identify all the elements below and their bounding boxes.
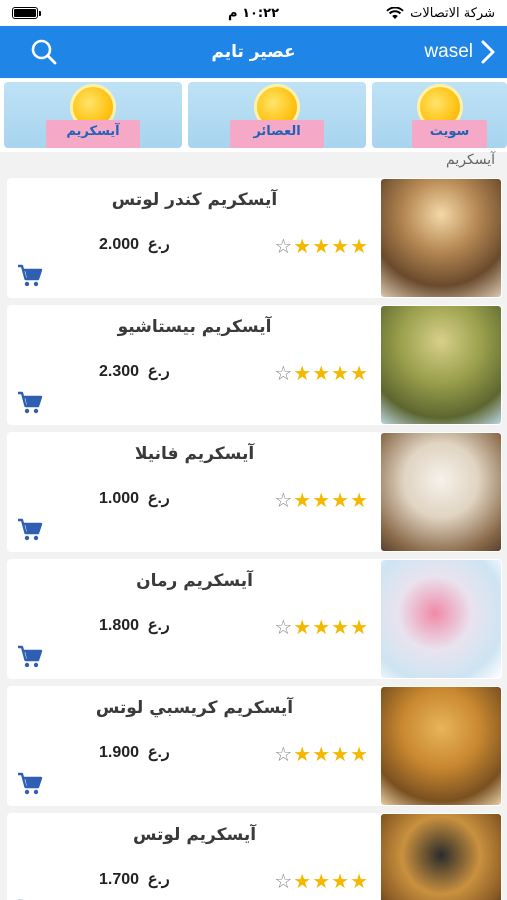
product-image[interactable] (381, 433, 501, 551)
star-full-icon: ★ (293, 615, 312, 639)
star-full-icon: ★ (293, 742, 312, 766)
product-price: ر.ع 1.900 (99, 744, 170, 761)
product-name: آيسكريم لوتس (132, 825, 257, 845)
category-tile-juices[interactable]: العصائر (188, 82, 366, 148)
star-full-icon: ★ (350, 488, 368, 512)
status-bar: ١٠:٢٢ م شركة الاتصالات (0, 0, 507, 26)
star-full-icon: ★ (312, 615, 331, 639)
star-full-icon: ★ (293, 869, 312, 893)
carrier-label: شركة الاتصالات (410, 5, 495, 21)
product-card[interactable]: آيسكريم لوتس ☆ ★ ★ ★ ★ ر.ع 1.700 (7, 813, 502, 900)
star-full-icon: ★ (331, 742, 350, 766)
star-full-icon: ★ (350, 234, 368, 258)
product-name: آيسكريم رمان (136, 571, 253, 591)
product-card[interactable]: آيسكريم رمان ☆ ★ ★ ★ ★ ر.ع 1.800 (7, 559, 502, 679)
product-name: آيسكريم كندر لوتس (111, 190, 278, 210)
star-empty-icon: ☆ (274, 742, 293, 766)
search-icon[interactable] (30, 38, 58, 66)
chevron-right-icon (481, 40, 495, 64)
star-full-icon: ★ (331, 869, 350, 893)
product-name: آيسكريم بيستاشيو (117, 317, 272, 337)
star-full-icon: ★ (350, 742, 368, 766)
star-full-icon: ★ (350, 869, 368, 893)
product-price: ر.ع 1.700 (99, 871, 170, 888)
star-full-icon: ★ (331, 615, 350, 639)
product-price: ر.ع 2.000 (99, 236, 170, 253)
star-full-icon: ★ (312, 869, 331, 893)
status-carrier: شركة الاتصالات (386, 6, 495, 21)
status-time: ١٠:٢٢ م (228, 5, 279, 21)
product-image[interactable] (381, 814, 501, 900)
product-card[interactable]: آيسكريم كندر لوتس ☆ ★ ★ ★ ★ ر.ع 2.000 (7, 178, 502, 298)
cart-icon[interactable] (17, 391, 43, 415)
wifi-icon (386, 6, 404, 19)
product-card[interactable]: آيسكريم كريسبي لوتس ☆ ★ ★ ★ ★ ر.ع 1.900 (7, 686, 502, 806)
rating-stars: ☆ ★ ★ ★ ★ (274, 236, 368, 256)
section-label: آيسكريم (446, 152, 495, 168)
star-full-icon: ★ (312, 488, 331, 512)
star-full-icon: ★ (293, 488, 312, 512)
product-name: آيسكريم فانيلا (134, 444, 255, 464)
category-tile-sweet[interactable]: سويت (372, 82, 507, 148)
star-full-icon: ★ (350, 615, 368, 639)
star-full-icon: ★ (331, 234, 350, 258)
product-card[interactable]: آيسكريم فانيلا ☆ ★ ★ ★ ★ ر.ع 1.000 (7, 432, 502, 552)
category-strip: آيسكريم العصائر سويت (0, 78, 507, 152)
back-label: wasel (424, 41, 473, 62)
cart-icon[interactable] (17, 264, 43, 288)
product-price: ر.ع 1.000 (99, 490, 170, 507)
rating-stars: ☆ ★ ★ ★ ★ (274, 363, 368, 383)
rating-stars: ☆ ★ ★ ★ ★ (274, 617, 368, 637)
star-full-icon: ★ (312, 361, 331, 385)
product-image[interactable] (381, 560, 501, 678)
star-full-icon: ★ (331, 361, 350, 385)
star-full-icon: ★ (331, 488, 350, 512)
star-empty-icon: ☆ (274, 234, 293, 258)
star-empty-icon: ☆ (274, 488, 293, 512)
product-price: ر.ع 1.800 (99, 617, 170, 634)
category-label: العصائر (253, 124, 301, 139)
product-name: آيسكريم كريسبي لوتس (95, 698, 294, 718)
cart-icon[interactable] (17, 645, 43, 669)
star-empty-icon: ☆ (274, 361, 293, 385)
cart-icon[interactable] (17, 518, 43, 542)
product-price: ر.ع 2.300 (99, 363, 170, 380)
nav-bar: عصير تايم wasel (0, 26, 507, 78)
star-full-icon: ★ (312, 742, 331, 766)
product-image[interactable] (381, 687, 501, 805)
battery-icon (12, 7, 41, 19)
star-full-icon: ★ (350, 361, 368, 385)
category-tile-icecream[interactable]: آيسكريم (4, 82, 182, 148)
product-image[interactable] (381, 306, 501, 424)
star-full-icon: ★ (293, 234, 312, 258)
product-image[interactable] (381, 179, 501, 297)
cart-icon[interactable] (17, 772, 43, 796)
category-label: آيسكريم (66, 124, 120, 139)
rating-stars: ☆ ★ ★ ★ ★ (274, 490, 368, 510)
star-empty-icon: ☆ (274, 869, 293, 893)
star-full-icon: ★ (293, 361, 312, 385)
back-button[interactable]: wasel (424, 26, 495, 78)
category-label: سويت (429, 124, 470, 139)
product-card[interactable]: آيسكريم بيستاشيو ☆ ★ ★ ★ ★ ر.ع 2.300 (7, 305, 502, 425)
rating-stars: ☆ ★ ★ ★ ★ (274, 744, 368, 764)
star-full-icon: ★ (312, 234, 331, 258)
star-empty-icon: ☆ (274, 615, 293, 639)
rating-stars: ☆ ★ ★ ★ ★ (274, 871, 368, 891)
